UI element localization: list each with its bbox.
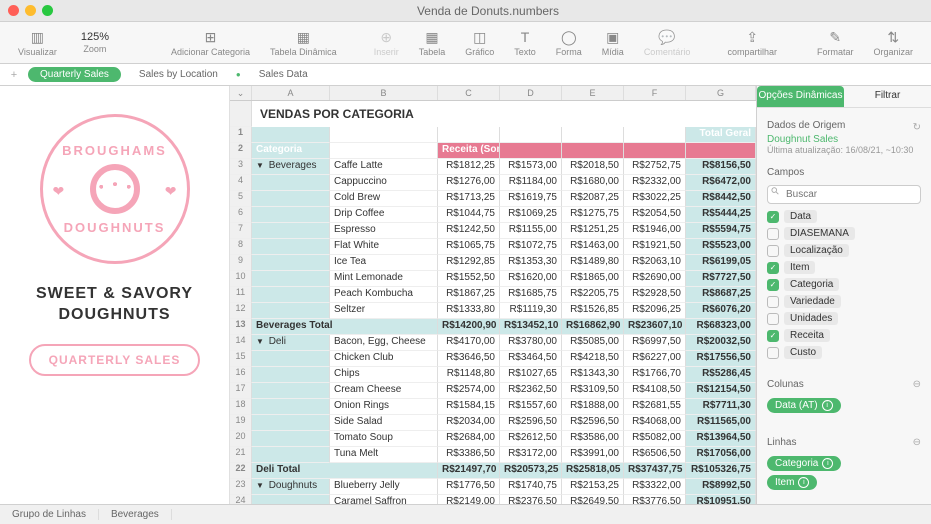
row-group-label: Grupo de Linhas	[0, 509, 99, 520]
inspector-panel: Opções Dinâmicas Filtrar Dados de Origem…	[756, 86, 931, 504]
zoom-button[interactable]: 125%Zoom	[71, 31, 119, 54]
heart-icon: ❤	[53, 183, 65, 200]
window-title: Venda de Donuts.numbers	[53, 4, 923, 18]
field-checkbox[interactable]: DIASEMANA	[767, 225, 921, 242]
spreadsheet[interactable]: ⌄ A B C D E F G VENDAS POR CATEGORIA 1Da…	[230, 86, 756, 504]
table-row[interactable]: 23▼ DoughnutsBlueberry JellyR$1776,50R$1…	[230, 479, 756, 495]
sheet-tabs: + Quarterly Sales Sales by Location ● Sa…	[0, 64, 931, 86]
add-sheet-icon[interactable]: +	[6, 69, 22, 81]
active-dot-icon: ●	[236, 70, 241, 79]
last-update: Última atualização: 16/08/21, ~10:30	[767, 145, 921, 155]
table-row[interactable]: 7EspressoR$1242,50R$1155,00R$1251,25R$19…	[230, 223, 756, 239]
shape-button[interactable]: ◯Forma	[550, 28, 588, 57]
table-row[interactable]: 3▼ BeveragesCaffe LatteR$1812,25R$1573,0…	[230, 159, 756, 175]
select-all-corner[interactable]: ⌄	[230, 86, 252, 100]
field-search-input[interactable]	[767, 185, 921, 204]
add-category-button[interactable]: ⊞Adicionar Categoria	[165, 28, 256, 57]
table-row[interactable]: 24Caramel SaffronR$2149,00R$2376,50R$264…	[230, 495, 756, 504]
table-row[interactable]: 6Drip CoffeeR$1044,75R$1069,25R$1275,75R…	[230, 207, 756, 223]
close-icon[interactable]	[8, 5, 19, 16]
row-group-value: Beverages	[99, 509, 172, 520]
remove-icon[interactable]: ⊖	[913, 379, 921, 390]
canvas-left: BROUGHAMS ❤ ❤ DOUGHNUTS SWEET & SAVORYDO…	[0, 86, 230, 504]
tab-sales-data[interactable]: Sales Data	[247, 67, 320, 82]
maximize-icon[interactable]	[42, 5, 53, 16]
field-checkbox[interactable]: Custo	[767, 344, 921, 361]
table-row[interactable]: 16ChipsR$1148,80R$1027,65R$1343,30R$1766…	[230, 367, 756, 383]
comment-button[interactable]: 💬Comentário	[638, 28, 697, 57]
field-checkbox[interactable]: Variedade	[767, 293, 921, 310]
remove-icon[interactable]: ⊖	[913, 437, 921, 448]
table-title: VENDAS POR CATEGORIA	[252, 101, 422, 127]
field-checkbox[interactable]: ✓Item	[767, 259, 921, 276]
row-pill[interactable]: Categoriai	[767, 456, 841, 471]
table-row[interactable]: 4CappuccinoR$1276,00R$1184,00R$1680,00R$…	[230, 175, 756, 191]
tab-quarterly-sales[interactable]: Quarterly Sales	[28, 67, 121, 82]
table-row[interactable]: 17Cream CheeseR$2574,00R$2362,50R$3109,5…	[230, 383, 756, 399]
table-row[interactable]: 21Tuna MeltR$3386,50R$3172,00R$3991,00R$…	[230, 447, 756, 463]
table-button[interactable]: ▦Tabela	[413, 28, 452, 57]
field-checkbox[interactable]: ✓Receita	[767, 327, 921, 344]
table-row[interactable]: 19Side SaladR$2034,00R$2596,50R$2596,50R…	[230, 415, 756, 431]
brand-logo: BROUGHAMS ❤ ❤ DOUGHNUTS	[40, 114, 190, 264]
table-row[interactable]: 14▼ DeliBacon, Egg, CheeseR$4170,00R$378…	[230, 335, 756, 351]
brand-tagline: SWEET & SAVORYDOUGHNUTS	[36, 284, 193, 326]
field-checkbox[interactable]: Localização	[767, 242, 921, 259]
table-row[interactable]: 12SeltzerR$1333,80R$1119,30R$1526,85R$20…	[230, 303, 756, 319]
table-row[interactable]: 5Cold BrewR$1713,25R$1619,75R$2087,25R$3…	[230, 191, 756, 207]
table-row[interactable]: 13Beverages TotalR$14200,90R$13452,10R$1…	[230, 319, 756, 335]
view-button[interactable]: ▥Visualizar	[12, 28, 63, 57]
chart-button[interactable]: ◫Gráfico	[459, 28, 500, 57]
table-row[interactable]: 10Mint LemonadeR$1552,50R$1620,00R$1865,…	[230, 271, 756, 287]
text-button[interactable]: TTexto	[508, 28, 542, 57]
organize-button[interactable]: ⇅Organizar	[868, 28, 920, 57]
pivot-button[interactable]: ▦Tabela Dinâmica	[264, 28, 343, 57]
table-row[interactable]: 1Data (AT)2021-Trim. 12021-Trim. 22021-T…	[230, 127, 756, 143]
row-pill[interactable]: Itemi	[767, 475, 817, 490]
table-row[interactable]: 18Onion RingsR$1584,15R$1557,60R$1888,00…	[230, 399, 756, 415]
media-button[interactable]: ▣Mídia	[596, 28, 630, 57]
heart-icon: ❤	[165, 183, 177, 200]
table-row[interactable]: 9Ice TeaR$1292,85R$1353,30R$1489,80R$206…	[230, 255, 756, 271]
tab-sales-by-location[interactable]: Sales by Location	[127, 67, 230, 82]
tab-pivot-options[interactable]: Opções Dinâmicas	[757, 86, 844, 107]
quarterly-sales-badge: QUARTERLY SALES	[29, 344, 201, 376]
footer: Grupo de Linhas Beverages	[0, 504, 931, 524]
window-controls[interactable]	[8, 5, 53, 16]
source-link[interactable]: Doughnut Sales	[767, 134, 921, 145]
minimize-icon[interactable]	[25, 5, 36, 16]
format-button[interactable]: ✎Formatar	[811, 28, 860, 57]
table-row[interactable]: 2CategoriaItemReceita (Soma)	[230, 143, 756, 159]
donut-icon	[90, 164, 140, 214]
toolbar: ▥Visualizar 125%Zoom ⊞Adicionar Categori…	[0, 22, 931, 64]
refresh-icon[interactable]: ↻	[913, 122, 921, 133]
table-row[interactable]: 15Chicken ClubR$3646,50R$3464,50R$4218,5…	[230, 351, 756, 367]
table-row[interactable]: 8Flat WhiteR$1065,75R$1072,75R$1463,00R$…	[230, 239, 756, 255]
table-row[interactable]: 11Peach KombuchaR$1867,25R$1685,75R$2205…	[230, 287, 756, 303]
field-checkbox[interactable]: ✓Data	[767, 208, 921, 225]
table-row[interactable]: 22Deli TotalR$21497,70R$20573,25R$25818,…	[230, 463, 756, 479]
insert-button[interactable]: ⊕Inserir	[368, 28, 405, 57]
field-checkbox[interactable]: Unidades	[767, 310, 921, 327]
table-row[interactable]: 20Tomato SoupR$2684,00R$2612,50R$3586,00…	[230, 431, 756, 447]
share-button[interactable]: ⇪compartilhar	[721, 28, 783, 57]
field-checkbox[interactable]: ✓Categoria	[767, 276, 921, 293]
tab-filter[interactable]: Filtrar	[844, 86, 931, 107]
column-pill[interactable]: Data (AT)i	[767, 398, 841, 413]
column-headers[interactable]: ⌄ A B C D E F G	[230, 86, 756, 101]
